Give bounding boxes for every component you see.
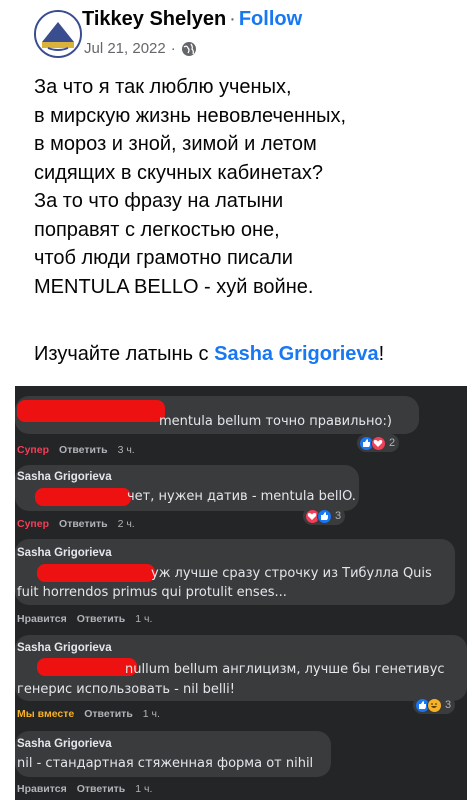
reaction-button[interactable]: Нравится xyxy=(17,783,67,795)
poem-line: в мороз и зной, зимой и летом xyxy=(34,133,317,155)
cta-suffix: ! xyxy=(378,343,385,365)
comment-text-line: генерис использовать - nil belli! xyxy=(17,682,235,697)
globe-icon xyxy=(181,41,197,57)
redaction-mark xyxy=(37,564,155,582)
haha-icon xyxy=(427,697,442,713)
poem-line: сидящих в скучных кабинетах? xyxy=(34,161,324,184)
avatar-logo-icon xyxy=(36,12,80,56)
reaction-button[interactable]: Супер xyxy=(17,444,49,456)
comment-author[interactable]: Sasha Grigorieva xyxy=(17,642,112,654)
poem-line: За что я так люблю ученых, xyxy=(34,76,292,98)
comment-author[interactable]: Sasha Grigorieva xyxy=(17,471,112,483)
comment-actions: Супер Ответить 2 ч. xyxy=(17,518,135,530)
separator-dot: · xyxy=(229,8,236,30)
comment-time[interactable]: 1 ч. xyxy=(135,613,152,625)
reaction-count: 3 xyxy=(445,699,452,711)
reaction-summary[interactable]: 3 xyxy=(413,696,456,714)
meta-separator: · xyxy=(170,40,176,57)
reaction-button[interactable]: Нравится xyxy=(17,613,67,625)
reaction-button[interactable]: Мы вместе xyxy=(17,708,74,720)
comment-time[interactable]: 2 ч. xyxy=(118,518,135,530)
redaction-mark xyxy=(37,658,137,676)
reply-button[interactable]: Ответить xyxy=(77,613,126,625)
post-cta: Изучайте латынь с Sasha Grigorieva! xyxy=(34,343,384,366)
post-date[interactable]: Jul 21, 2022 xyxy=(84,40,166,57)
comment-text-line: nullum bellum англицизм, лучше бы генети… xyxy=(125,662,445,677)
reply-button[interactable]: Ответить xyxy=(59,518,108,530)
comment-time[interactable]: 3 ч. xyxy=(118,444,135,456)
redaction-mark xyxy=(17,400,165,422)
comment-time[interactable]: 1 ч. xyxy=(143,708,160,720)
reaction-count: 2 xyxy=(389,437,396,449)
comment-time[interactable]: 1 ч. xyxy=(135,783,152,795)
comments-screenshot: mentula bellum точно правильно:) Супер О… xyxy=(15,386,467,800)
comment-author[interactable]: Sasha Grigorieva xyxy=(17,547,112,559)
avatar[interactable] xyxy=(34,10,82,58)
author-name[interactable]: Tikkey Shelyen xyxy=(82,8,226,30)
post-header: Tikkey Shelyen · Follow Jul 21, 2022 · xyxy=(26,8,456,64)
cta-prefix: Изучайте латынь с xyxy=(34,343,215,365)
comment-text-line: fuit horrendos primus qui protulit enses… xyxy=(17,585,287,600)
comment-author[interactable]: Sasha Grigorieva xyxy=(17,738,112,750)
author-line: Tikkey Shelyen · Follow xyxy=(82,8,302,31)
like-icon xyxy=(317,508,332,524)
comment-actions: Нравится Ответить 1 ч. xyxy=(17,783,152,795)
mention-link[interactable]: Sasha Grigorieva xyxy=(214,343,379,365)
follow-button[interactable]: Follow xyxy=(239,8,302,30)
poem-line: MENTULA BELLO - хуй войне. xyxy=(34,275,314,298)
poem-line: в мирскую жизнь невовлеченных, xyxy=(34,104,347,127)
reaction-summary[interactable]: 2 xyxy=(357,434,400,452)
reply-button[interactable]: Ответить xyxy=(59,444,108,456)
post-meta: Jul 21, 2022 · xyxy=(84,40,197,57)
reaction-count: 3 xyxy=(335,510,342,522)
reply-button[interactable]: Ответить xyxy=(77,783,126,795)
comment-text: nil - стандартная стяженная форма от nih… xyxy=(17,756,314,771)
comment-text: чет, нужен датив - mentula bellO. xyxy=(127,489,356,504)
comment-actions: Супер Ответить 3 ч. xyxy=(17,444,135,456)
poem-line: За то что фразу на латыни xyxy=(34,190,284,212)
love-icon xyxy=(371,435,386,451)
comment-text-line: уж лучше сразу строчку из Тибулла Quis xyxy=(151,566,432,581)
poem-line: чтоб люди грамотно писали xyxy=(34,247,293,269)
reaction-button[interactable]: Супер xyxy=(17,518,49,530)
post-body: За что я так люблю ученых, в мирскую жиз… xyxy=(34,73,454,301)
reply-button[interactable]: Ответить xyxy=(84,708,133,720)
comment-actions: Мы вместе Ответить 1 ч. xyxy=(17,708,160,720)
reaction-summary[interactable]: 3 xyxy=(303,507,346,525)
poem-line: поправят с легкостью оне, xyxy=(34,218,280,241)
redaction-mark xyxy=(35,488,131,506)
comment-actions: Нравится Ответить 1 ч. xyxy=(17,613,152,625)
comment-text: mentula bellum точно правильно:) xyxy=(159,414,392,429)
